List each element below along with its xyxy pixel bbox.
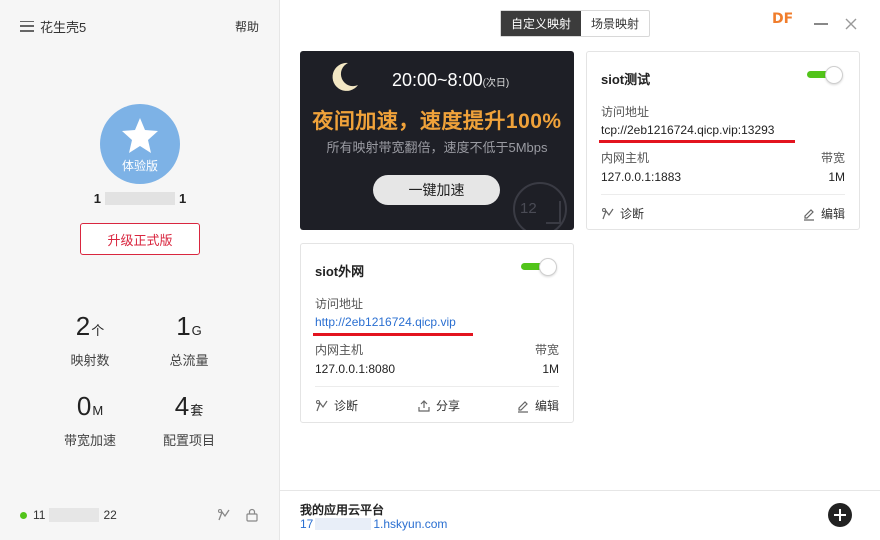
stat-unit: M — [92, 403, 104, 418]
tab-custom-mapping[interactable]: 自定义映射 — [501, 11, 582, 36]
stat-config-items: 4套 配置项目 — [139, 391, 239, 449]
lan-host-value: 127.0.0.1:8080 — [315, 362, 396, 376]
bandwidth-value: 1M — [542, 362, 559, 376]
stat-label: 映射数 — [70, 353, 110, 368]
diagnose-icon — [602, 207, 614, 219]
star-icon — [122, 117, 158, 153]
help-link[interactable]: 帮助 — [235, 18, 259, 35]
access-address-value[interactable]: tcp://2eb1216724.qicp.vip:13293 — [601, 123, 774, 137]
cloud-link-suffix: 1.hskyun.com — [373, 517, 448, 531]
ip-status: 11 22 — [20, 508, 117, 522]
online-status-dot — [20, 511, 27, 519]
diagnose-label: 诊断 — [620, 207, 645, 221]
stat-traffic: 1G 总流量 — [139, 311, 239, 369]
mapping-enable-toggle[interactable] — [521, 258, 557, 276]
hamburger-icon — [20, 20, 34, 32]
diagnose-button[interactable]: 诊断 — [601, 205, 644, 222]
share-button[interactable]: 分享 — [417, 397, 460, 414]
boost-time: 20:00~8:00 — [392, 70, 483, 90]
stat-value: 0 — [76, 391, 92, 421]
stat-unit: 个 — [91, 323, 105, 338]
account-id: 1 1 — [0, 191, 280, 206]
bandwidth-label: 带宽 — [820, 151, 845, 165]
banner-subtitle: 所有映射带宽翻倍，速度不低于5Mbps — [326, 140, 548, 155]
sidebar-footer: 11 22 — [20, 506, 259, 524]
mapping-title: siot外网 — [315, 264, 365, 279]
share-icon — [418, 399, 430, 412]
avatar[interactable]: 体验版 — [100, 104, 180, 184]
banner-headline: 夜间加速，速度提升100% — [312, 110, 562, 133]
stat-unit: 套 — [190, 403, 204, 418]
edit-label: 编辑 — [820, 207, 845, 221]
clock-icon: 12 — [513, 182, 567, 230]
cloud-link-redaction — [315, 518, 372, 530]
one-click-boost-button[interactable]: 一键加速 — [373, 175, 500, 205]
edition-badge: 体验版 — [121, 158, 158, 173]
lan-host-label: 内网主机 — [601, 151, 650, 165]
upgrade-button[interactable]: 升级正式版 — [80, 223, 200, 255]
stat-label: 总流量 — [169, 353, 209, 368]
edit-button[interactable]: 编辑 — [516, 397, 559, 414]
diagnose-icon — [316, 399, 328, 411]
ip-redaction — [49, 508, 100, 522]
stat-value: 1 — [176, 311, 191, 341]
ip-prefix: 11 — [33, 508, 46, 522]
bandwidth-value: 1M — [828, 170, 845, 184]
main-menu-button[interactable]: 花生壳5 — [20, 17, 86, 36]
tab-scene-mapping[interactable]: 场景映射 — [581, 11, 649, 36]
edit-label: 编辑 — [534, 399, 559, 413]
account-id-prefix: 1 — [93, 191, 101, 206]
stat-label: 配置项目 — [162, 433, 215, 448]
mapping-tabs: 自定义映射 场景映射 — [500, 10, 651, 37]
access-address-label: 访问地址 — [315, 297, 364, 311]
mapping-enable-toggle[interactable] — [807, 66, 843, 84]
cloud-platform-bar: 我的应用云平台 17 1.hskyun.com — [280, 490, 880, 540]
diagnose-button[interactable]: 诊断 — [315, 397, 358, 414]
sidebar: 花生壳5 帮助 体验版 1 1 升级正式版 2个 映射数 1G 总流量 0M 带… — [0, 0, 280, 540]
cloud-platform-title: 我的应用云平台 — [300, 503, 385, 517]
ip-suffix: 22 — [103, 508, 117, 522]
close-icon[interactable] — [844, 17, 858, 31]
stat-label: 带宽加速 — [63, 433, 116, 448]
lan-host-value: 127.0.0.1:1883 — [601, 170, 682, 184]
lan-host-label: 内网主机 — [315, 343, 364, 357]
share-label: 分享 — [436, 399, 461, 413]
mapping-card-siot-test[interactable]: siot测试 访问地址 tcp://2eb1216724.qicp.vip:13… — [586, 51, 860, 230]
highlight-underline — [599, 140, 795, 143]
stat-value: 4 — [174, 391, 190, 421]
mapping-card-siot-external[interactable]: siot外网 访问地址 http://2eb1216724.qicp.vip 内… — [300, 243, 574, 423]
clock-number: 12 — [520, 200, 537, 217]
access-address-link[interactable]: http://2eb1216724.qicp.vip — [315, 315, 456, 329]
account-id-redaction — [105, 192, 175, 205]
bandwidth-label: 带宽 — [534, 343, 559, 357]
highlight-underline — [313, 333, 473, 336]
main-panel: 自定义映射 场景映射 DF 20:00~8:00(次日) 夜间加速，速度提升10… — [280, 0, 880, 540]
mapping-title: siot测试 — [601, 72, 651, 87]
cloud-platform-link[interactable]: 17 1.hskyun.com — [300, 517, 447, 531]
cloud-link-prefix: 17 — [300, 517, 314, 531]
stat-unit: G — [191, 323, 202, 338]
card-divider — [315, 386, 559, 387]
account-id-suffix: 1 — [179, 191, 187, 206]
sidebar-header: 花生壳5 帮助 — [20, 16, 259, 36]
stat-bandwidth-boost: 0M 带宽加速 — [40, 391, 140, 449]
card-divider — [601, 194, 845, 195]
diagnose-label: 诊断 — [334, 399, 359, 413]
boost-time-note: (次日) — [482, 78, 510, 89]
corner-logo: DF — [772, 11, 794, 27]
edit-icon — [803, 208, 814, 221]
add-mapping-button[interactable] — [828, 503, 852, 527]
diagnose-icon[interactable] — [217, 508, 231, 522]
lock-icon[interactable] — [245, 508, 259, 522]
night-boost-banner[interactable]: 20:00~8:00(次日) 夜间加速，速度提升100% 所有映射带宽翻倍，速度… — [300, 51, 574, 230]
stat-mappings: 2个 映射数 — [40, 311, 140, 369]
access-address-label: 访问地址 — [601, 105, 650, 119]
minimize-button[interactable] — [814, 23, 828, 25]
moon-icon — [332, 62, 358, 91]
stat-value: 2 — [75, 311, 91, 341]
edit-icon — [517, 400, 528, 413]
edit-button[interactable]: 编辑 — [802, 205, 845, 222]
app-name: 花生壳5 — [40, 19, 87, 35]
